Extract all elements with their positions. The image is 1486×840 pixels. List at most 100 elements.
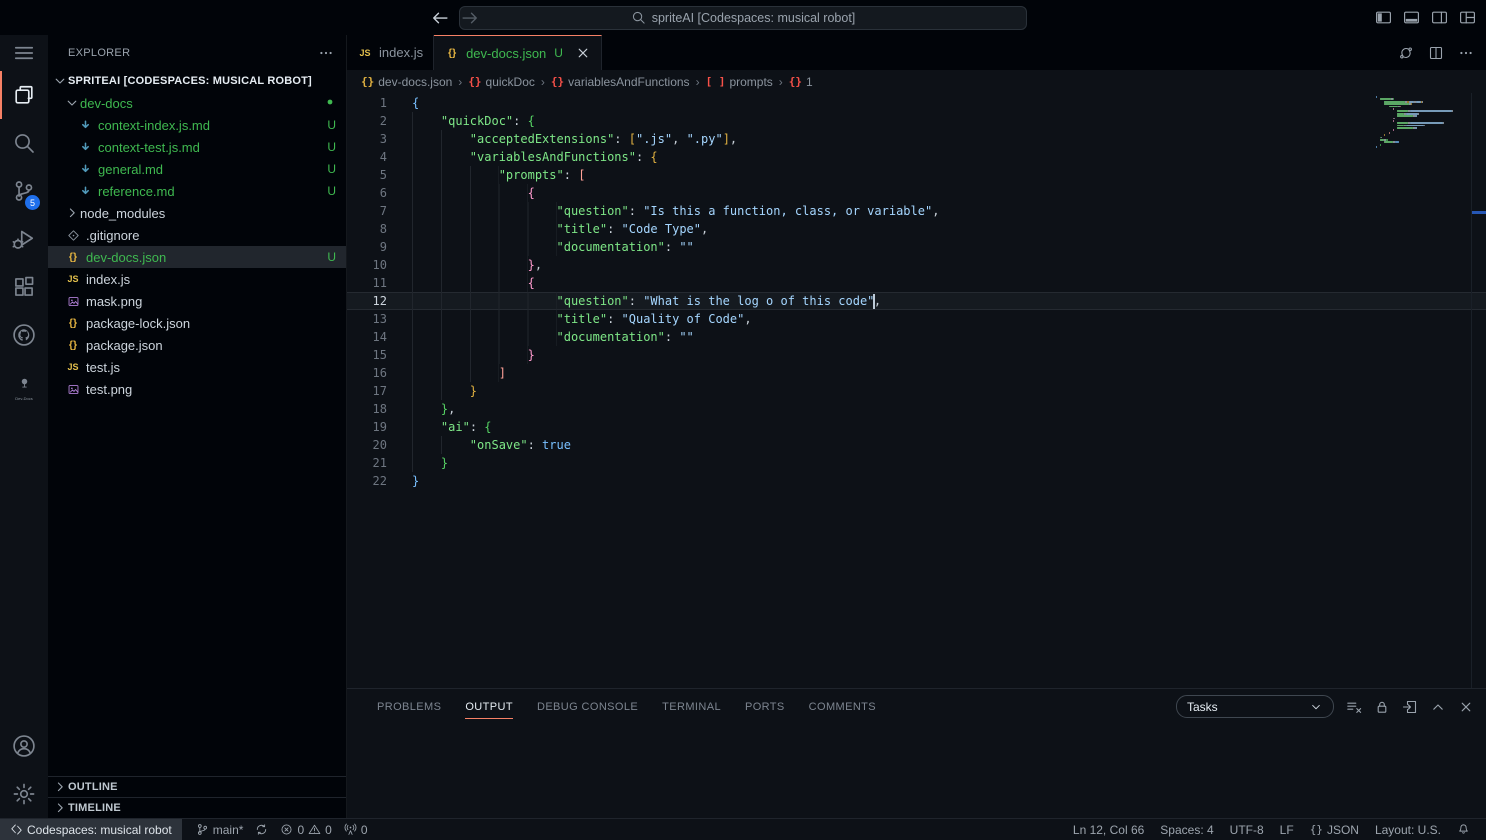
breadcrumb-item-variablesAndFunctions[interactable]: {}variablesAndFunctions (551, 75, 690, 89)
status-encoding[interactable]: UTF-8 (1222, 819, 1272, 840)
code-line-18[interactable]: 18 }, (347, 400, 1486, 418)
breadcrumb-item-prompts[interactable]: [ ]prompts (706, 75, 773, 89)
code-line-11[interactable]: 11 { (347, 274, 1486, 292)
code-line-22[interactable]: 22} (347, 472, 1486, 490)
activitybar-github[interactable] (0, 311, 48, 359)
toggle-panel-icon[interactable] (1403, 9, 1420, 26)
file-tree-item-index.js[interactable]: JSindex.js (48, 268, 346, 290)
code-line-8[interactable]: 8 "title": "Code Type", (347, 220, 1486, 238)
json-file-icon: {} (69, 317, 77, 329)
code-line-19[interactable]: 19 "ai": { (347, 418, 1486, 436)
open-output-in-editor-icon[interactable] (1402, 699, 1418, 715)
file-tree-item-package-lock.json[interactable]: {}package-lock.json (48, 312, 346, 334)
file-tree-item-general.md[interactable]: general.mdU (48, 158, 346, 180)
code-line-3[interactable]: 3 "acceptedExtensions": [".js", ".py"], (347, 130, 1486, 148)
status-notifications[interactable] (1449, 819, 1478, 840)
project-root-row[interactable]: SPRITEAI [CODESPACES: MUSICAL ROBOT] (48, 70, 346, 92)
forward-icon[interactable] (460, 8, 480, 28)
minimap[interactable] (1376, 96, 1470, 149)
command-center-search[interactable]: spriteAI [Codespaces: musical robot] (459, 6, 1027, 30)
file-tree-item-dev-docs.json[interactable]: {}dev-docs.jsonU (48, 246, 346, 268)
status-language-mode[interactable]: {}JSON (1302, 819, 1367, 840)
explorer-more-actions-icon[interactable] (318, 45, 334, 61)
panel-tab-comments[interactable]: COMMENTS (797, 689, 888, 724)
status-cursor-position[interactable]: Ln 12, Col 66 (1065, 819, 1152, 840)
status-problems[interactable]: 00 (274, 819, 337, 840)
file-tree-item-test.js[interactable]: JStest.js (48, 356, 346, 378)
activitybar-dev-docs-extension[interactable]: Dev-Docs (0, 359, 48, 407)
sidebar-section-timeline[interactable]: TIMELINE (48, 797, 346, 818)
status-bar-right: Ln 12, Col 66Spaces: 4UTF-8LF{}JSONLayou… (1065, 819, 1478, 840)
panel-tab-output[interactable]: OUTPUT (453, 689, 525, 724)
panel-tab-ports[interactable]: PORTS (733, 689, 797, 724)
toggle-primary-sidebar-icon[interactable] (1375, 9, 1392, 26)
code-line-21[interactable]: 21 } (347, 454, 1486, 472)
split-editor-icon[interactable] (1428, 45, 1444, 61)
status-eol[interactable]: LF (1272, 819, 1302, 840)
activitybar-extensions[interactable] (0, 263, 48, 311)
panel-tab-terminal[interactable]: TERMINAL (650, 689, 733, 724)
code-line-15[interactable]: 15 } (347, 346, 1486, 364)
activitybar-explorer[interactable] (0, 71, 48, 119)
sidebar-section-outline[interactable]: OUTLINE (48, 776, 346, 797)
js-file-icon: JS (67, 274, 78, 284)
code-line-4[interactable]: 4 "variablesAndFunctions": { (347, 148, 1486, 166)
maximize-panel-icon[interactable] (1430, 699, 1446, 715)
breadcrumb-item-1[interactable]: {}1 (789, 75, 813, 89)
file-tree-item-context-test.js.md[interactable]: context-test.js.mdU (48, 136, 346, 158)
code-line-20[interactable]: 20 "onSave": true (347, 436, 1486, 454)
editor-tab-dev-docs.json[interactable]: {}dev-docs.jsonU (434, 35, 602, 70)
panel-tab-problems[interactable]: PROBLEMS (365, 689, 453, 724)
file-tree-item-node_modules[interactable]: node_modules (48, 202, 346, 224)
status-remote-indicator[interactable]: Codespaces: musical robot (0, 819, 182, 840)
open-changes-icon[interactable] (1398, 45, 1414, 61)
scroll-lock-icon[interactable] (1374, 699, 1390, 715)
code-line-14[interactable]: 14 "documentation": "" (347, 328, 1486, 346)
code-line-17[interactable]: 17 } (347, 382, 1486, 400)
back-icon[interactable] (430, 8, 450, 28)
activitybar-settings[interactable] (0, 770, 48, 818)
clear-output-icon[interactable] (1346, 699, 1362, 715)
code-line-6[interactable]: 6 { (347, 184, 1486, 202)
activitybar-source-control[interactable]: 5 (0, 167, 48, 215)
editor-tab-index.js[interactable]: JSindex.js (347, 35, 434, 70)
file-tree-item-.gitignore[interactable]: .gitignore (48, 224, 346, 246)
file-tree-item-mask.png[interactable]: mask.png (48, 290, 346, 312)
code-line-2[interactable]: 2 "quickDoc": { (347, 112, 1486, 130)
search-icon (12, 131, 36, 155)
customize-layout-icon[interactable] (1459, 9, 1476, 26)
activitybar-search[interactable] (0, 119, 48, 167)
close-icon[interactable] (575, 45, 591, 61)
activitybar-accounts[interactable] (0, 722, 48, 770)
activitybar-run-and-debug[interactable] (0, 215, 48, 263)
status-branch[interactable]: main* (190, 819, 250, 840)
line-content: "variablesAndFunctions": { (387, 148, 1486, 166)
breadcrumb-item-quickDoc[interactable]: {}quickDoc (468, 75, 535, 89)
output-channel-select[interactable]: Tasks (1176, 695, 1334, 718)
toggle-secondary-sidebar-icon[interactable] (1431, 9, 1448, 26)
file-tree-item-context-index.js.md[interactable]: context-index.js.mdU (48, 114, 346, 136)
status-sync[interactable] (249, 819, 274, 840)
file-name: mask.png (86, 294, 142, 309)
file-tree-item-dev-docs[interactable]: dev-docs (48, 92, 346, 114)
status-forwarded-ports[interactable]: 0 (338, 819, 374, 840)
status-keyboard-layout[interactable]: Layout: U.S. (1367, 819, 1449, 840)
code-line-1[interactable]: 1{ (347, 94, 1486, 112)
more-actions-icon[interactable] (1458, 45, 1474, 61)
status-indentation[interactable]: Spaces: 4 (1152, 819, 1221, 840)
breadcrumb-item-dev-docs.json[interactable]: {}dev-docs.json (361, 75, 452, 89)
file-tree-item-package.json[interactable]: {}package.json (48, 334, 346, 356)
activitybar-menu[interactable] (0, 35, 48, 71)
code-line-5[interactable]: 5 "prompts": [ (347, 166, 1486, 184)
file-tree-item-reference.md[interactable]: reference.mdU (48, 180, 346, 202)
code-line-12[interactable]: 12 "question": "What is the log o of thi… (347, 292, 1486, 310)
file-tree-item-test.png[interactable]: test.png (48, 378, 346, 400)
code-editor[interactable]: 1{2 "quickDoc": {3 "acceptedExtensions":… (347, 93, 1486, 688)
code-line-10[interactable]: 10 }, (347, 256, 1486, 274)
close-panel-icon[interactable] (1458, 699, 1474, 715)
code-line-16[interactable]: 16 ] (347, 364, 1486, 382)
panel-tab-debug-console[interactable]: DEBUG CONSOLE (525, 689, 650, 724)
code-line-9[interactable]: 9 "documentation": "" (347, 238, 1486, 256)
code-line-7[interactable]: 7 "question": "Is this a function, class… (347, 202, 1486, 220)
code-line-13[interactable]: 13 "title": "Quality of Code", (347, 310, 1486, 328)
